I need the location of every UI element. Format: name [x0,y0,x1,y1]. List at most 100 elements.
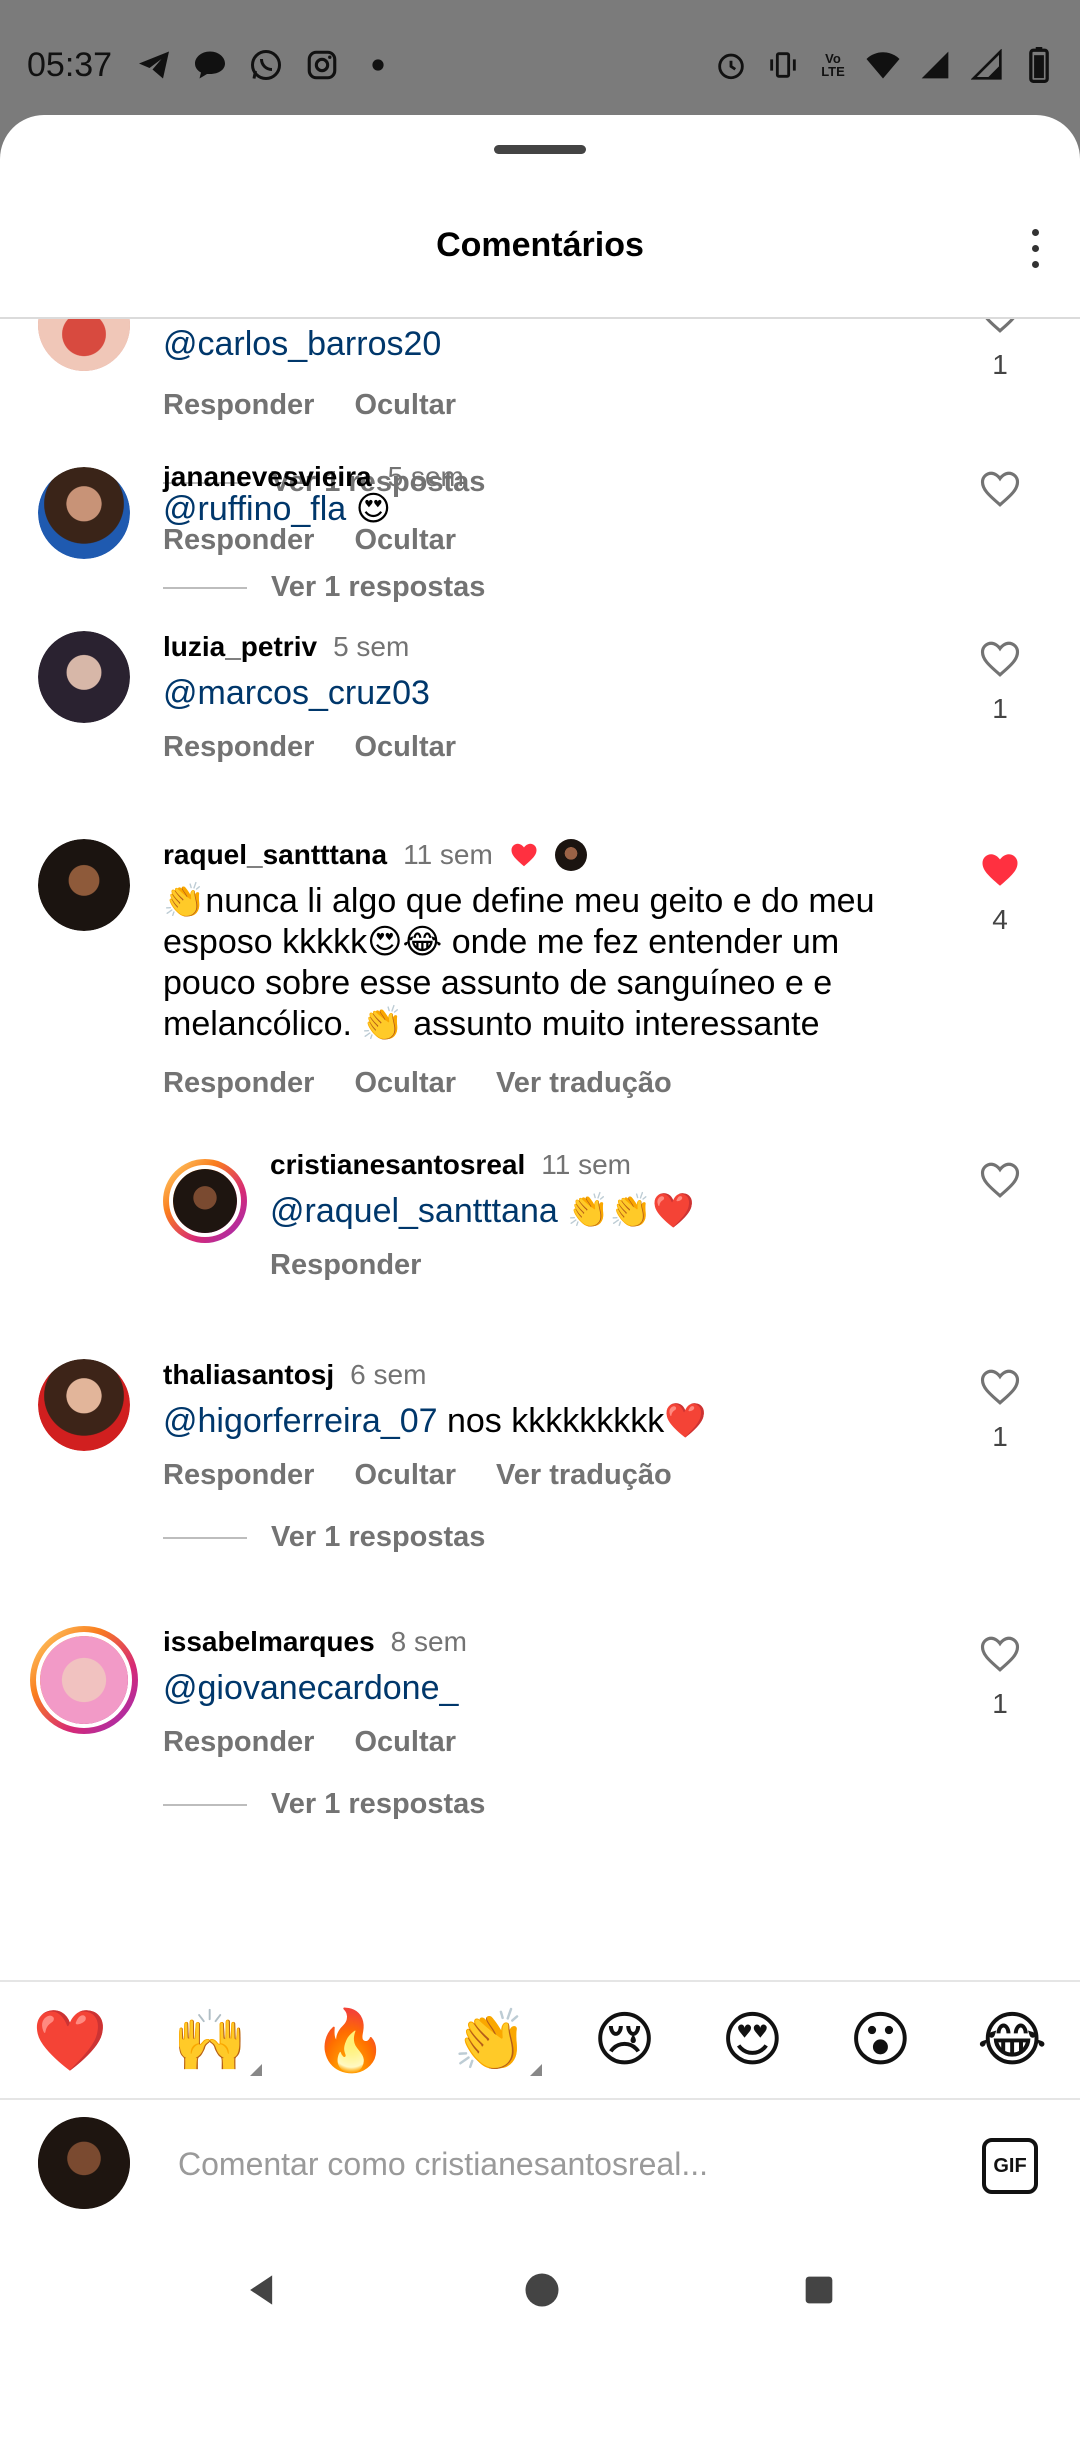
comment-text-content: 👏👏❤️ [567,1192,695,1230]
emoji-crying-button[interactable]: 😢 [593,2005,656,2075]
back-icon [250,2275,273,2305]
signal-icon-2 [968,46,1006,84]
whatsapp-icon [247,46,285,84]
emoji-clap-button[interactable]: 👏 [453,2005,542,2076]
avatar[interactable] [38,1359,130,1451]
avatar[interactable] [38,631,130,723]
comment-composer: GIF [0,2100,1080,2240]
home-button[interactable] [520,2268,564,2317]
comment-text: @marcos_cruz03 [163,673,430,714]
heart-outline-icon [980,471,1020,507]
reply-button[interactable]: Responder [270,1249,421,1282]
view-replies-button[interactable]: Ver 1 respostas [163,571,485,604]
wifi-icon [864,46,902,84]
mention-link[interactable]: @giovanecardone_ [163,1669,458,1707]
instagram-icon [303,46,341,84]
like-button[interactable]: 1 [975,319,1025,381]
like-button[interactable] [975,1159,1025,1206]
like-button[interactable] [975,468,1025,515]
mention-link[interactable]: @ruffino_fla [163,490,346,528]
hide-button[interactable]: Ocultar [354,731,456,764]
mention-link[interactable]: @higorferreira_07 [163,1402,438,1440]
view-replies-button[interactable]: Ver 1 respostas [163,1788,485,1821]
comment-time: 5 sem [333,631,410,662]
emoji-bar: ❤️ 🙌 🔥 👏 😢 😍 😮 😂 [0,1980,1080,2100]
hide-button[interactable]: Ocultar [354,1726,456,1759]
comment-text: @higorferreira_07 nos kkkkkkkkk❤️ [163,1401,707,1442]
avatar[interactable] [163,1159,247,1243]
drag-handle[interactable] [494,145,586,154]
username[interactable]: cristianesantosreal [270,1149,525,1181]
emoji-fire-button[interactable]: 🔥 [313,2005,388,2076]
like-button[interactable]: 1 [975,1366,1025,1453]
dot [1031,228,1039,236]
comment-input[interactable] [178,2134,798,2194]
hide-button[interactable]: Ocultar [354,1067,456,1100]
username[interactable]: luzia_petriv [163,631,317,663]
mention-link[interactable]: @carlos_barros20 [163,325,441,363]
dot [1031,244,1039,252]
hide-button[interactable]: Ocultar [354,389,456,422]
avatar[interactable] [38,319,130,371]
comment-actions: Responder Ocultar [163,731,456,764]
reply-button[interactable]: Responder [163,1726,314,1759]
username[interactable]: thaliasantosj [163,1359,334,1391]
like-button[interactable]: 1 [975,638,1025,725]
comments-list[interactable]: @carlos_barros20 Responder Ocultar 1 Ver… [0,319,1080,2094]
see-translation-button[interactable]: Ver tradução [496,1459,672,1492]
like-button[interactable]: 4 [975,849,1025,936]
view-replies-button[interactable]: Ver 1 respostas [163,1521,485,1554]
avatar[interactable] [38,467,130,559]
comment-actions: Responder Ocultar [163,524,456,557]
emoji-raising-hands-button[interactable]: 🙌 [173,2005,262,2076]
emoji-surprised-button[interactable]: 😮 [849,2005,912,2075]
avatar[interactable] [30,1626,138,1734]
volte-icon: Vo LTE [816,46,850,84]
alarm-icon [712,46,750,84]
like-button[interactable]: 1 [975,1633,1025,1720]
emoji-laughing-button[interactable]: 😂 [977,2005,1047,2075]
sheet-title: Comentários [436,226,644,264]
more-options-button[interactable] [1010,220,1060,276]
reply-button[interactable]: Responder [163,1459,314,1492]
reply-button[interactable]: Responder [163,524,314,557]
volte-label: Vo LTE [821,51,845,79]
see-translation-button[interactable]: Ver tradução [496,1067,672,1100]
comment-actions: Responder Ocultar [163,1726,456,1759]
hide-button[interactable]: Ocultar [354,524,456,557]
comment-text: @raquel_santttana 👏👏❤️ [270,1191,694,1232]
recents-button[interactable] [799,2270,839,2315]
hide-button[interactable]: Ocultar [354,1459,456,1492]
comment-text: 👏nunca li algo que define meu geito e do… [163,882,875,1043]
emoji-heart-eyes-button[interactable]: 😍 [721,2005,784,2075]
status-time: 05:37 [27,46,113,84]
heart-outline-icon [980,641,1020,677]
heart-outline-icon [980,1369,1020,1405]
mention-link[interactable]: @raquel_santttana [270,1192,558,1230]
like-count: 1 [992,693,1008,724]
comment-text: @carlos_barros20 [163,324,441,365]
like-count: 1 [992,1688,1008,1719]
vibrate-icon [764,46,802,84]
comment-meta: raquel_santttana 11 sem [163,839,587,871]
reply-button[interactable]: Responder [163,731,314,764]
reply-button[interactable]: Responder [163,1067,314,1100]
reply-button[interactable]: Responder [163,389,314,422]
comment-actions: Responder Ocultar Ver tradução [163,1067,672,1100]
comment-time: 5 sem [387,461,464,492]
comment-time: 6 sem [350,1359,427,1390]
replies-line [163,1536,247,1539]
gif-button[interactable]: GIF [982,2138,1038,2194]
back-button[interactable] [241,2268,285,2317]
like-count: 4 [992,904,1008,935]
mention-link[interactable]: @marcos_cruz03 [163,674,430,712]
emoji-heart-button[interactable]: ❤️ [33,2005,108,2076]
comment-actions: Responder Ocultar Ver tradução [163,1459,672,1492]
username[interactable]: issabelmarques [163,1626,375,1658]
like-count: 1 [992,1421,1008,1452]
avatar[interactable] [38,839,130,931]
like-count: 1 [992,349,1008,380]
comment-text: @giovanecardone_ [163,1668,458,1709]
username[interactable]: raquel_santttana [163,839,387,871]
gif-label: GIF [993,2154,1027,2177]
